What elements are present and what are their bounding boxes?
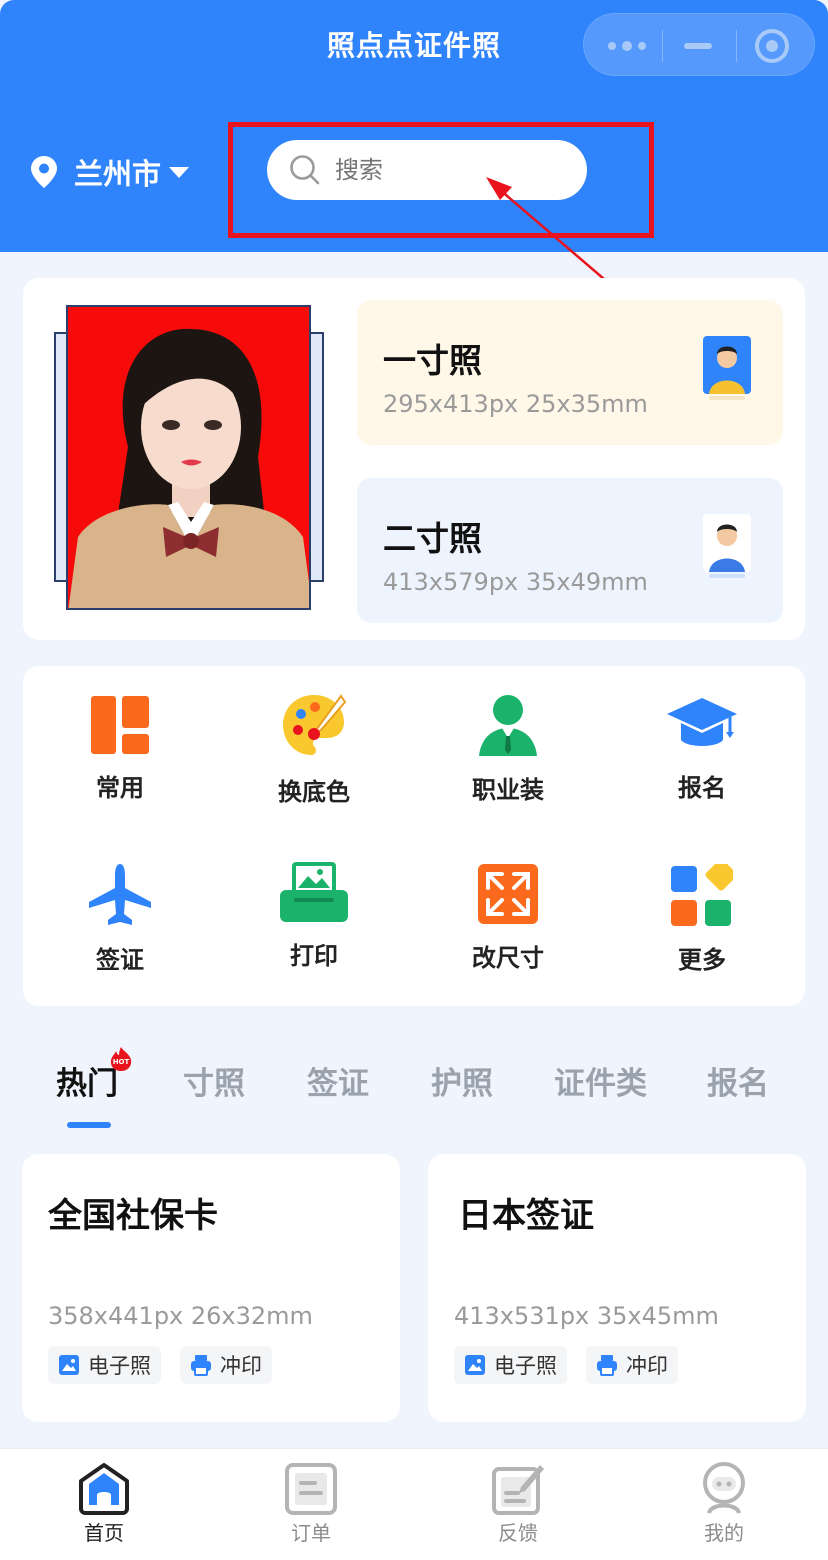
suit-icon [479,695,537,756]
capsule-divider [662,30,663,62]
printer-icon [280,862,348,922]
location-pin-icon [31,156,57,188]
feature-print[interactable]: 打印 [219,862,409,971]
feature-label: 常用 [96,774,144,802]
feedback-icon [492,1465,544,1515]
orders-icon [285,1463,337,1515]
header: 照点点证件照 兰州市 [0,0,828,252]
feature-label: 换底色 [278,778,350,806]
tab-registration[interactable]: 报名 [707,1058,769,1103]
size-spec: 413x579px 35x49mm [383,568,648,596]
tag-label: 冲印 [220,1354,262,1378]
tab-inch-photo[interactable]: 寸照 [183,1058,245,1103]
feature-business-attire[interactable]: 职业装 [413,694,603,805]
close-mini-program-icon[interactable] [755,29,789,63]
size-name: 一寸照 [383,341,482,380]
size-card-one-inch[interactable]: 一寸照 295x413px 25x35mm [357,300,783,445]
feature-label: 签证 [96,946,144,974]
tabbar-home[interactable]: 首页 [44,1461,164,1546]
city-name: 兰州市 [74,157,162,191]
tag-print: 冲印 [586,1346,678,1384]
tabbar-feedback[interactable]: 反馈 [458,1461,578,1546]
tag-digital-photo: 电子照 [48,1346,161,1384]
item-card-japan-visa[interactable]: 日本签证 413x531px 35x45mm 电子照 冲印 [428,1154,806,1422]
tag-label: 冲印 [626,1354,668,1378]
item-card-social-security[interactable]: 全国社保卡 358x441px 26x32mm 电子照 冲印 [22,1154,400,1422]
image-icon [465,1355,485,1375]
feature-resize[interactable]: 改尺寸 [413,864,603,973]
feature-label: 改尺寸 [472,944,544,972]
hot-badge-icon: HOT [110,1047,132,1071]
item-spec: 358x441px 26x32mm [48,1302,313,1330]
graduation-cap-icon [667,698,737,746]
minimize-icon[interactable] [684,43,712,49]
feature-change-background[interactable]: 换底色 [219,692,409,807]
more-options-icon[interactable] [608,41,648,51]
location-selector[interactable]: 兰州市 [30,150,190,194]
airplane-icon [89,864,151,925]
feature-grid: 常用 换底色 职业装 报名 签证 打印 改尺寸 更多 [23,666,805,1006]
tag-label: 电子照 [494,1354,557,1378]
two-inch-thumbnail-icon [703,514,751,578]
tabbar-label: 我的 [704,1521,744,1545]
home-icon [79,1463,129,1515]
tabbar-label: 订单 [291,1521,331,1545]
sample-portrait-image [66,305,311,610]
feature-common[interactable]: 常用 [25,696,215,803]
hot-badge-text: HOT [113,1058,130,1066]
grid-icon [91,696,149,754]
feature-label: 更多 [678,946,726,974]
feature-visa[interactable]: 签证 [25,864,215,975]
item-title: 日本签证 [458,1196,594,1236]
active-tab-indicator [67,1122,111,1128]
feature-more[interactable]: 更多 [607,864,797,975]
tab-id-documents[interactable]: 证件类 [554,1058,647,1103]
id-photo-hero-card: 一寸照 295x413px 25x35mm 二寸照 413x579px 35x4… [23,278,805,640]
image-icon [59,1355,79,1375]
tag-label: 电子照 [88,1354,151,1378]
more-apps-icon [671,864,733,926]
feature-label: 报名 [678,774,726,802]
size-spec: 295x413px 25x35mm [383,390,648,418]
printer-icon [191,1355,211,1376]
tabbar-label: 反馈 [498,1521,538,1545]
tabbar-label: 首页 [84,1521,124,1545]
caret-down-icon [169,166,190,178]
mini-program-capsule [583,13,815,76]
tab-passport[interactable]: 护照 [431,1058,493,1103]
bottom-tab-bar: 首页 订单 反馈 我的 [0,1448,828,1560]
feature-label: 打印 [290,942,338,970]
tag-print: 冲印 [180,1346,272,1384]
capsule-divider [736,30,737,62]
size-card-two-inch[interactable]: 二寸照 413x579px 35x49mm [357,478,783,623]
item-spec: 413x531px 35x45mm [454,1302,719,1330]
tabbar-mine[interactable]: 我的 [664,1461,784,1546]
profile-icon [703,1462,745,1514]
item-title: 全国社保卡 [48,1196,218,1236]
size-name: 二寸照 [383,519,482,558]
feature-registration[interactable]: 报名 [607,696,797,803]
resize-icon [478,864,538,924]
tabbar-orders[interactable]: 订单 [251,1461,371,1546]
tag-digital-photo: 电子照 [454,1346,567,1384]
one-inch-thumbnail-icon [703,336,751,400]
feature-label: 职业装 [472,776,544,804]
tab-visa[interactable]: 签证 [307,1058,369,1103]
printer-icon [597,1355,617,1376]
palette-icon [283,694,347,755]
search-icon [290,155,320,185]
